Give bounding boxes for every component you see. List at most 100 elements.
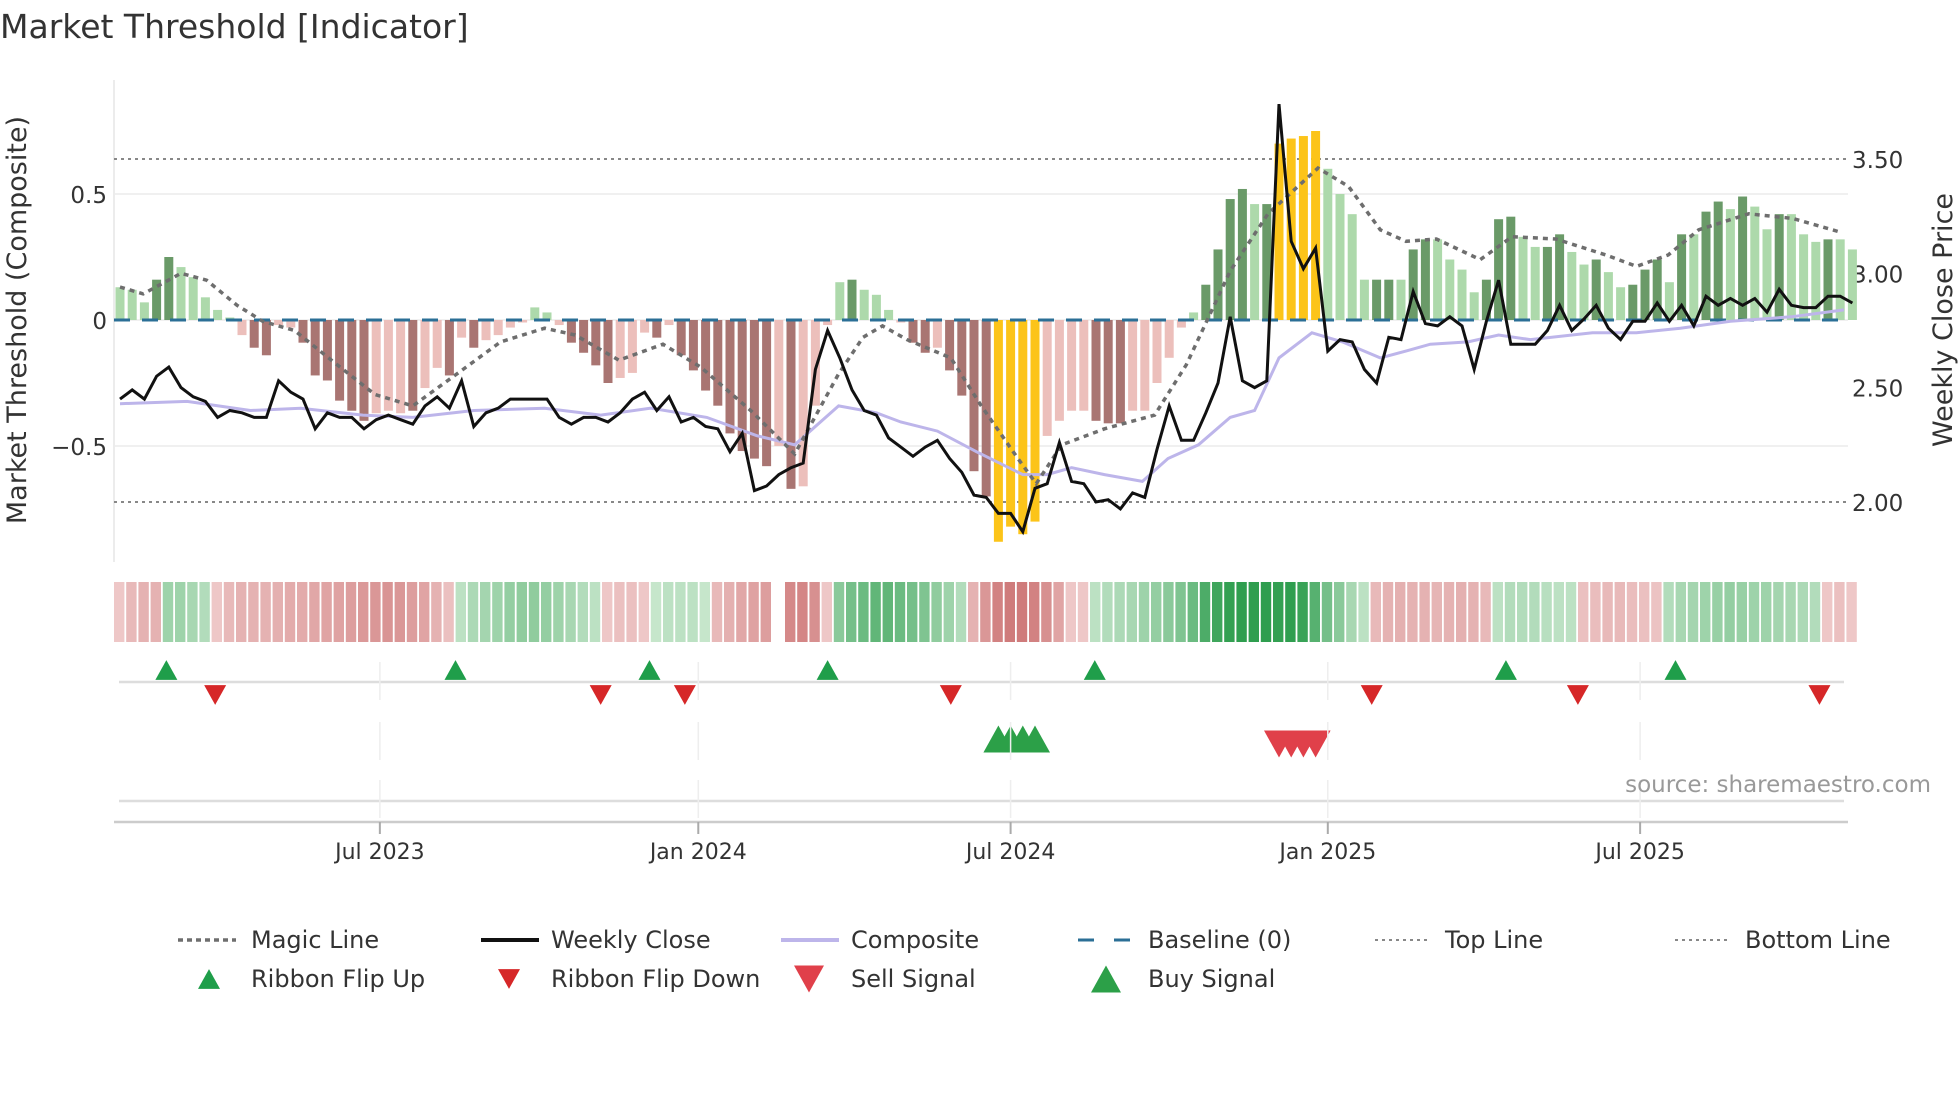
- ribbon-cell: [1663, 582, 1674, 642]
- composite-bar: [164, 257, 174, 320]
- ribbon-cell: [516, 582, 527, 642]
- composite-bar: [1530, 246, 1540, 320]
- composite-bar: [139, 302, 149, 320]
- ribbon-flip-up-marker: [816, 660, 839, 680]
- legend-label: Ribbon Flip Up: [251, 965, 425, 993]
- legend-sell-signal-icon: [794, 965, 824, 993]
- ribbon-cell: [1419, 582, 1430, 642]
- ribbon-cell: [785, 582, 796, 642]
- ribbon-cell: [370, 582, 381, 642]
- ribbon-cell: [589, 582, 601, 642]
- y-tick-label-right: 3.00: [1852, 262, 1903, 288]
- composite-bar: [725, 320, 735, 434]
- y-axis-label-left: Market Threshold (Composite): [2, 116, 33, 524]
- ribbon-cell: [1822, 582, 1833, 642]
- composite-bar: [1335, 194, 1345, 320]
- ribbon-cell: [894, 582, 906, 642]
- y-tick-label-right: 2.00: [1852, 491, 1903, 517]
- composite-bar: [1506, 216, 1516, 320]
- ribbon-cell: [577, 582, 588, 642]
- composite-bar: [1372, 279, 1382, 320]
- ribbon-cell: [1187, 582, 1198, 642]
- composite-bars: [114, 131, 1857, 542]
- ribbon-cell: [1443, 582, 1455, 642]
- composite-bar: [1103, 320, 1113, 424]
- ribbon-cell: [321, 582, 332, 642]
- x-axis: Jul 2023 Jan 2024 Jul 2024 Jan 2025 Jul 2025: [114, 662, 1848, 865]
- ribbon-cell: [1321, 582, 1333, 642]
- ribbon-cell: [419, 582, 430, 642]
- ribbon-cell: [1077, 582, 1089, 642]
- ribbon-cell: [1407, 582, 1418, 642]
- ribbon-cell: [199, 582, 210, 642]
- ribbon-cell: [114, 582, 125, 642]
- ribbon-cell: [797, 582, 808, 642]
- ribbon-cell: [1016, 582, 1028, 642]
- ribbon-cell: [1395, 582, 1406, 642]
- composite-bar: [1518, 236, 1528, 320]
- composite-bar: [615, 320, 625, 378]
- ribbon-cell: [748, 582, 759, 642]
- ribbon-cell: [1480, 582, 1491, 642]
- composite-bar: [713, 320, 723, 406]
- composite-bar: [1469, 292, 1479, 320]
- composite-bar: [1689, 234, 1699, 320]
- composite-bar: [1091, 320, 1101, 421]
- ribbon-cell: [1748, 582, 1760, 642]
- ribbon-cell: [1297, 582, 1308, 642]
- ribbon-cell: [1785, 582, 1796, 642]
- composite-bar: [1311, 131, 1321, 320]
- ribbon-cell: [553, 582, 564, 642]
- ribbon-cell: [614, 582, 625, 642]
- composite-bar: [566, 320, 576, 343]
- ribbon-cell: [1761, 582, 1772, 642]
- ribbon-cell: [284, 582, 296, 642]
- legend-label: Ribbon Flip Down: [551, 965, 760, 993]
- composite-bar: [1213, 249, 1223, 320]
- ribbon-cell: [931, 582, 942, 642]
- ribbon-cell: [211, 582, 222, 642]
- composite-bar: [1115, 320, 1125, 424]
- ribbon-flip-down-marker: [589, 685, 612, 705]
- composite-bar: [957, 320, 967, 396]
- ribbon-cell: [687, 582, 698, 642]
- ribbon-cell: [1114, 582, 1125, 642]
- ribbon-cell: [1675, 582, 1686, 642]
- composite-bar: [188, 277, 198, 320]
- ribbon-cell: [1517, 582, 1528, 642]
- ribbon-cell: [1224, 582, 1235, 642]
- ribbon-cell: [260, 582, 271, 642]
- ribbon-cell: [907, 582, 918, 642]
- composite-bar: [1567, 251, 1577, 320]
- ribbon-cell: [1846, 582, 1857, 642]
- ribbon-cell: [1212, 582, 1223, 642]
- ribbon-cell: [675, 582, 686, 642]
- ribbon-cell: [1309, 582, 1320, 642]
- ribbon-cell: [162, 582, 174, 642]
- y-tick-label-left: 0.5: [70, 183, 107, 209]
- ribbon-cell: [187, 582, 198, 642]
- composite-bar: [371, 320, 381, 414]
- ribbon-flip-down-marker: [204, 685, 227, 705]
- ribbon-cell: [919, 582, 930, 642]
- ribbon-cell: [138, 582, 149, 642]
- ribbon-cell: [846, 582, 857, 642]
- ribbon-cell: [1468, 582, 1479, 642]
- legend-label: Sell Signal: [851, 965, 976, 993]
- legend-buy-signal-icon: [1091, 965, 1121, 993]
- composite-bar: [1616, 287, 1626, 320]
- ribbon-cell: [1102, 582, 1113, 642]
- ribbon-cell: [1163, 582, 1174, 642]
- ribbon-cell: [406, 582, 418, 642]
- left-y-ticks: 0.5 0 −0.5: [51, 183, 107, 461]
- composite-bar: [652, 320, 662, 338]
- ribbon-cell: [541, 582, 552, 642]
- composite-bar: [1201, 284, 1211, 320]
- ribbon-flip-down-marker: [1360, 685, 1383, 705]
- composite-bar: [1164, 320, 1174, 358]
- composite-bar: [1725, 209, 1735, 320]
- ribbon-cell: [1687, 582, 1699, 642]
- ribbon-cell: [1590, 582, 1601, 642]
- ribbon-cell: [1651, 582, 1662, 642]
- ribbon-cell: [1639, 582, 1650, 642]
